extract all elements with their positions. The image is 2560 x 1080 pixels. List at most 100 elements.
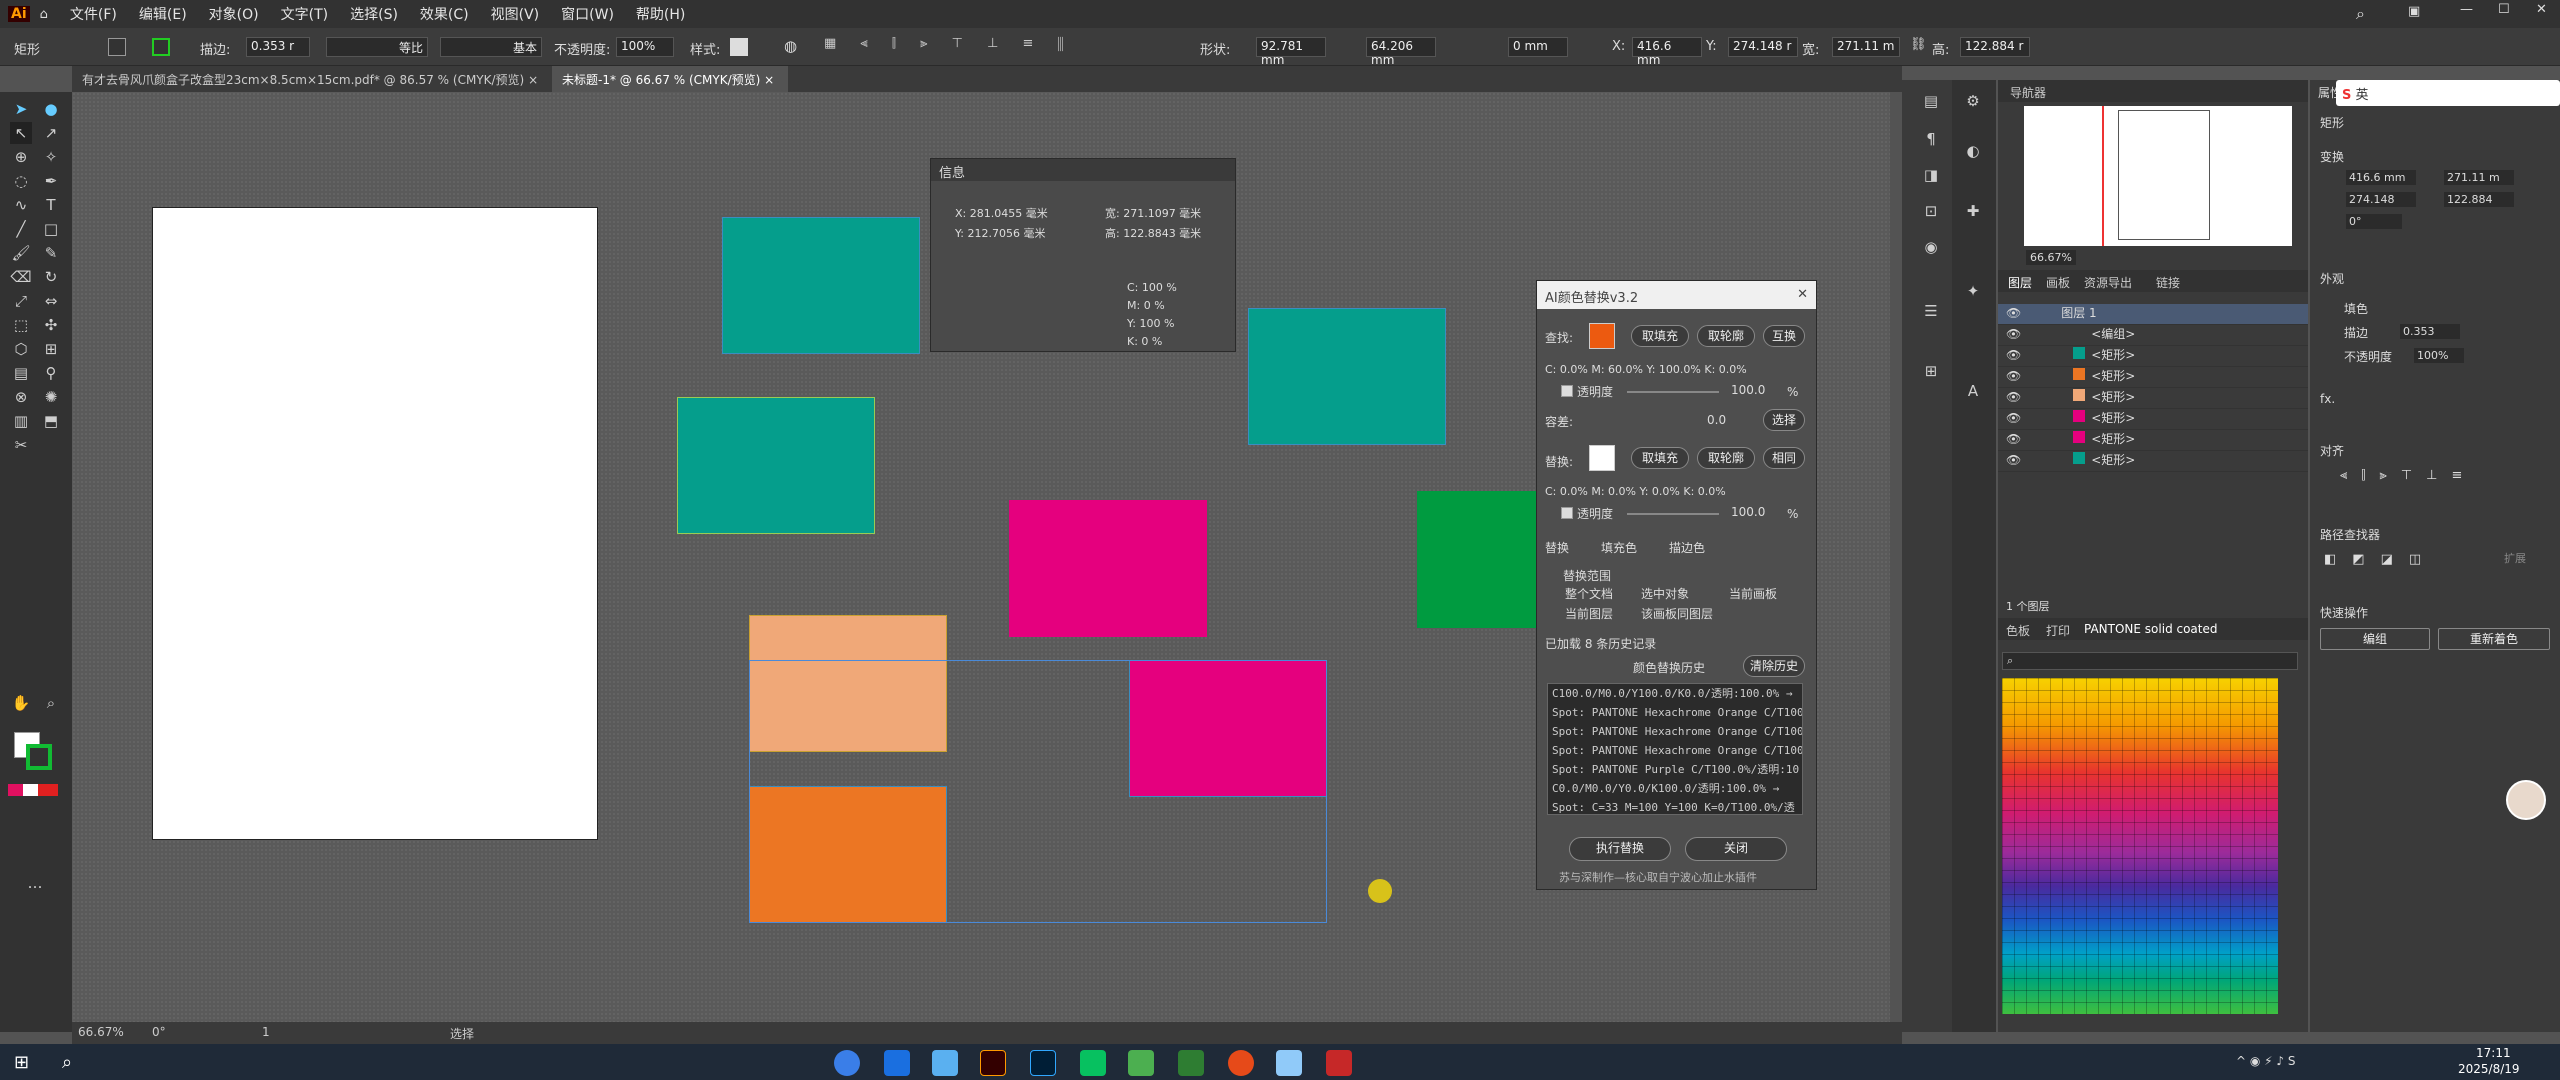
- free-transform-icon[interactable]: ⬚: [10, 314, 32, 336]
- graph-tool-icon[interactable]: ▥: [10, 410, 32, 432]
- range-selected[interactable]: 选中对象: [1641, 585, 1689, 602]
- dock-icon[interactable]: ¶: [1920, 128, 1942, 150]
- dock-icon[interactable]: ◨: [1920, 164, 1942, 186]
- menu-effect[interactable]: 效果(C): [420, 4, 469, 24]
- select-button[interactable]: 选择: [1763, 409, 1805, 431]
- app-icon[interactable]: [1276, 1050, 1302, 1076]
- opacity-slider[interactable]: [1627, 391, 1719, 393]
- tab-links[interactable]: 链接: [2156, 274, 2180, 291]
- rotate-icon[interactable]: ↻: [40, 266, 62, 288]
- layer-row[interactable]: 👁 图层 1: [1998, 304, 2308, 325]
- list-item[interactable]: Spot: PANTONE Hexachrome Orange C/T100: [1548, 722, 1802, 741]
- color-modes-icon[interactable]: [8, 784, 58, 796]
- selection-bounding-box[interactable]: [749, 660, 1327, 923]
- perspective-icon[interactable]: ⬡: [10, 338, 32, 360]
- stroke-checkbox[interactable]: 描边色: [1669, 539, 1705, 556]
- green-rectangle[interactable]: [1417, 491, 1547, 628]
- ime-toolbar[interactable]: S 英: [2336, 80, 2560, 106]
- dock-icon[interactable]: ⊞: [1920, 360, 1942, 382]
- assistant-avatar[interactable]: [2506, 780, 2546, 820]
- opacity2-slider[interactable]: [1627, 513, 1719, 515]
- list-item[interactable]: C0.0/M0.0/Y0.0/K100.0/透明:100.0% →: [1548, 779, 1802, 798]
- menu-type[interactable]: 文字(T): [281, 4, 328, 24]
- prop-h-field[interactable]: 122.884: [2444, 192, 2514, 207]
- list-item[interactable]: Spot: PANTONE Hexachrome Orange C/T100: [1548, 741, 1802, 760]
- eye-icon[interactable]: 👁: [2006, 348, 2021, 362]
- tab-document-1[interactable]: 有才去骨风爪颜盒子改盒型23cm×8.5cm×15cm.pdf* @ 86.57…: [72, 66, 550, 92]
- opacity-checkbox[interactable]: [1561, 385, 1573, 397]
- x-field[interactable]: 416.6 mm: [1632, 37, 1702, 67]
- dock-icon[interactable]: ☰: [1920, 300, 1942, 322]
- h-field[interactable]: 122.884 r: [1960, 37, 2030, 57]
- layer-row[interactable]: 👁 <编组>: [1998, 325, 2308, 346]
- replace-color-swatch[interactable]: [1589, 445, 1615, 471]
- selection-active-icon[interactable]: ↖: [10, 122, 32, 144]
- app-icon[interactable]: [1128, 1050, 1154, 1076]
- dock-icon[interactable]: ✚: [1962, 200, 1984, 222]
- opacity2-checkbox[interactable]: [1561, 507, 1573, 519]
- opacity-value[interactable]: 100.0: [1731, 383, 1765, 397]
- eye-icon[interactable]: 👁: [2006, 369, 2021, 383]
- files-icon[interactable]: [932, 1050, 958, 1076]
- menu-select[interactable]: 选择(S): [350, 4, 398, 24]
- list-item[interactable]: Spot: C=33 M=100 Y=100 K=0/T100.0%/透: [1548, 798, 1802, 814]
- slice-icon[interactable]: ✂: [10, 434, 32, 456]
- blend-icon[interactable]: ⊗: [10, 386, 32, 408]
- find-fill-button[interactable]: 取填充: [1631, 325, 1689, 347]
- windows-start-icon[interactable]: ⊞: [14, 1052, 29, 1073]
- hand-tool-icon[interactable]: ✋: [10, 692, 32, 714]
- photoshop-icon[interactable]: [1030, 1050, 1056, 1076]
- navigator-preview[interactable]: [2024, 106, 2292, 246]
- tab-pantone[interactable]: PANTONE solid coated: [2084, 622, 2218, 636]
- run-replace-button[interactable]: 执行替换: [1569, 837, 1671, 861]
- direct-select-icon[interactable]: ●: [40, 98, 62, 120]
- lasso-icon[interactable]: ◌: [10, 170, 32, 192]
- stroke-width-field[interactable]: 0.353: [2400, 324, 2460, 339]
- y-field[interactable]: 274.148 r: [1728, 37, 1798, 57]
- symbol-sprayer-icon[interactable]: ✺: [40, 386, 62, 408]
- zoom-field[interactable]: 66.67%: [78, 1025, 124, 1039]
- align-icons[interactable]: ▦ ⫷ ⫿ ⫸ ⊤ ⊥ ≡ ⫼: [824, 36, 1074, 51]
- ime-mode[interactable]: 英: [2356, 88, 2369, 103]
- expand-button[interactable]: 扩展: [2504, 550, 2526, 566]
- stroke-weight-field[interactable]: 0.353 r: [246, 37, 310, 57]
- style-swatch[interactable]: [730, 38, 748, 56]
- stroke-profile-select[interactable]: 等比: [326, 37, 428, 57]
- artboard-tool-icon[interactable]: ⬒: [40, 410, 62, 432]
- dock-icon[interactable]: ◐: [1962, 140, 1984, 162]
- tolerance-value[interactable]: 0.0: [1707, 413, 1726, 427]
- layer-name[interactable]: <矩形>: [2091, 390, 2135, 404]
- scale-icon[interactable]: ⤢: [10, 290, 32, 312]
- width-tool-icon[interactable]: ⇔: [40, 290, 62, 312]
- paintbrush-icon[interactable]: 🖌: [10, 242, 32, 264]
- teal-rectangle[interactable]: [1248, 308, 1446, 445]
- prop-w-field[interactable]: 271.11 m: [2444, 170, 2514, 185]
- curvature-icon[interactable]: ∿: [10, 194, 32, 216]
- minimize-button[interactable]: —: [2460, 2, 2473, 17]
- shape-height-field[interactable]: 64.206 mm: [1366, 37, 1436, 67]
- tab-layers[interactable]: 图层: [2008, 274, 2032, 291]
- tab-artboards[interactable]: 画板: [2046, 274, 2070, 291]
- clear-history-button[interactable]: 清除历史: [1743, 655, 1805, 677]
- rectangle-tool-icon[interactable]: □: [40, 218, 62, 240]
- navigator-zoom[interactable]: 66.67%: [2026, 250, 2076, 265]
- search-icon[interactable]: ⌕: [2356, 4, 2365, 24]
- eye-icon[interactable]: 👁: [2006, 390, 2021, 404]
- opacity2-value[interactable]: 100.0: [1731, 505, 1765, 519]
- eye-icon[interactable]: 👁: [2006, 453, 2021, 467]
- range-artboard[interactable]: 当前画板: [1729, 585, 1777, 602]
- close-panel-button[interactable]: 关闭: [1685, 837, 1787, 861]
- maximize-button[interactable]: ☐: [2498, 2, 2510, 17]
- prop-angle-field[interactable]: 0°: [2346, 214, 2402, 229]
- tab-print[interactable]: 打印: [2046, 622, 2070, 639]
- eye-icon[interactable]: 👁: [2006, 411, 2021, 425]
- list-item[interactable]: Spot: PANTONE Hexachrome Orange C/T100: [1548, 703, 1802, 722]
- layer-name[interactable]: 图层 1: [2061, 306, 2096, 320]
- chrome-icon[interactable]: [834, 1050, 860, 1076]
- range-layer[interactable]: 当前图层: [1565, 605, 1613, 622]
- rotation-field[interactable]: 0°: [152, 1025, 166, 1039]
- prop-y-field[interactable]: 274.148: [2346, 192, 2416, 207]
- swatch-search-input[interactable]: ⌕: [2002, 652, 2298, 670]
- history-list[interactable]: C100.0/M0.0/Y100.0/K0.0/透明:100.0% → Spot…: [1547, 683, 1803, 815]
- align-icons[interactable]: ⫷⫿⫸⊤⊥≡: [2340, 468, 2476, 483]
